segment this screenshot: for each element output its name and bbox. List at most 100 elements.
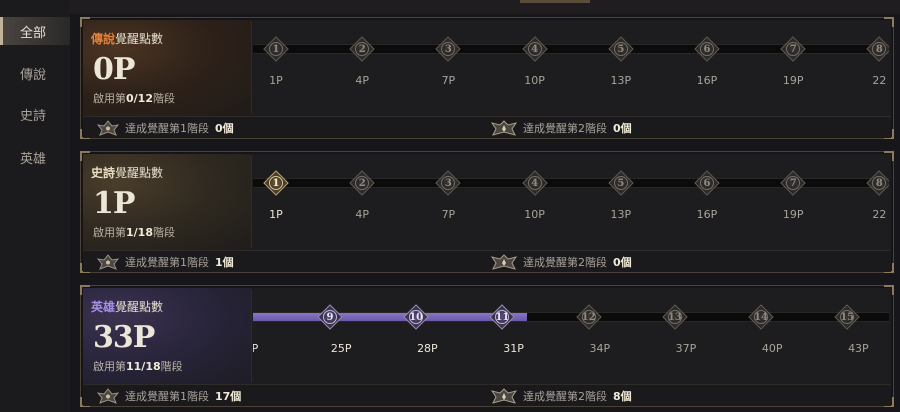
node-number: 6 [703,43,711,55]
rune-node-icon[interactable]: 1 [261,168,291,198]
awakening-emblem-icon [97,254,119,270]
sidebar-item-legendary[interactable]: 傳說 [0,59,70,87]
node-points-label: 10P [524,208,545,221]
tier-name: 傳說 [91,32,116,46]
node-number: 11 [495,311,510,323]
reward-label: 達成覺醒第1階段 [125,122,209,135]
awakening-points: 0P [93,52,135,87]
rune-node-icon[interactable]: 3 [433,168,463,198]
reward-count: 0個 [215,122,234,135]
top-bar [0,0,900,14]
reward-footer: 達成覺醒第1階段 1個 達成覺醒第2階段 0個 [83,250,891,272]
node-number: 5 [617,177,625,189]
awakening-track[interactable]: 1 2 3 4 5 6 7 8 1P 4P 7P 10P 13P 16P 19P 22 [253,18,889,118]
node-number: 4 [531,177,539,189]
stage-prefix: 啟用第 [93,226,126,239]
node-number: 2 [358,177,366,189]
stage-value: 0/12 [126,92,153,105]
awakening-points: 33P [93,320,155,355]
node-points-label: 10P [524,74,545,87]
stage-value: 1/18 [126,226,153,239]
node-points-label: 13P [610,74,632,87]
epic-summary: 史詩覺醒點數 1P 啟用第1/18階段 [83,154,251,250]
rune-node-icon[interactable]: 1 [261,34,291,64]
sidebar-item-epic[interactable]: 史詩 [0,100,70,128]
stage-progress: 啟用第1/18階段 [93,224,175,240]
rune-node-icon[interactable]: 7 [778,168,808,198]
rune-node-icon[interactable]: 15 [832,302,862,332]
node-number: 10 [409,311,424,323]
reward-label: 達成覺醒第2階段 [523,256,607,269]
sidebar-item-heroic[interactable]: 英雄 [0,143,70,171]
node-number: 1 [272,43,280,55]
rune-node-icon[interactable]: 13 [660,302,690,332]
reward-count: 1個 [215,256,234,269]
awakening-emblem-icon [97,120,119,136]
tier-name: 史詩 [91,166,116,180]
reward-label: 達成覺醒第1階段 [125,390,209,403]
node-number: 7 [789,177,797,189]
node-number: 13 [667,311,682,323]
awakening-crest-icon [491,120,517,136]
node-points-label: P [253,342,259,355]
node-points-label: 16P [696,74,718,87]
node-number: 7 [789,43,797,55]
rune-node-icon[interactable]: 11 [487,302,517,332]
rune-node-icon[interactable]: 5 [606,168,636,198]
awakening-track[interactable]: 1 2 3 4 5 6 7 8 1P 4P 7P 10P 13P 16P 19P 22 [253,152,889,252]
node-points-label: 1P [269,208,283,221]
node-number: 1 [272,177,280,189]
rune-node-icon[interactable]: 8 [864,34,889,64]
node-number: 3 [444,177,452,189]
rune-node-icon[interactable]: 4 [520,168,550,198]
reward-count: 8個 [613,390,632,403]
rune-node-icon[interactable]: 6 [692,34,722,64]
rune-node-icon[interactable]: 10 [401,302,431,332]
node-points-label: 19P [782,74,804,87]
rune-node-icon[interactable]: 5 [606,34,636,64]
legendary-awakening-panel: 傳說覺醒點數 0P 啟用第0/12階段 1 2 3 4 5 6 7 8 1P 4P 7P 10P 13P… [80,17,894,139]
node-points-label: 28P [417,342,438,355]
title-suffix: 覺醒點數 [115,300,164,314]
node-points-label: 34P [589,342,611,355]
rune-node-icon[interactable]: 7 [778,34,808,64]
rune-node-icon[interactable]: 8 [864,168,889,198]
rune-node-icon[interactable]: 3 [433,34,463,64]
stage-progress: 啟用第0/12階段 [93,90,175,106]
node-points-label: 31P [503,342,524,355]
node-number: 3 [444,43,452,55]
sidebar-item-all[interactable]: 全部 [0,17,70,45]
stage-suffix: 階段 [160,360,183,373]
awakening-emblem-icon [97,388,119,404]
node-number: 9 [326,311,334,323]
reward-count: 17個 [215,390,242,403]
node-number: 12 [581,311,596,323]
node-number: 5 [617,43,625,55]
heroic-summary: 英雄覺醒點數 33P 啟用第11/18階段 [83,288,251,384]
sidebar-item-label: 傳說 [20,67,47,83]
reward-label: 達成覺醒第2階段 [523,122,607,135]
top-ornament [520,0,590,3]
node-points-label: 7P [441,208,456,221]
node-points-label: 22 [872,74,887,87]
rune-node-icon[interactable]: 14 [746,302,776,332]
rune-node-icon[interactable]: 6 [692,168,722,198]
sidebar-item-label: 全部 [20,25,47,41]
rune-node-icon[interactable]: 12 [574,302,604,332]
sidebar-item-label: 英雄 [20,151,47,167]
reward-stage-1: 達成覺醒第1階段 17個 [97,388,241,404]
stage-progress: 啟用第11/18階段 [93,358,183,374]
node-number: 6 [703,177,711,189]
awakening-track[interactable]: 9 10 11 12 13 14 15 P 25P 28P 31P 34P 37P 40P 43P [253,286,889,386]
panel-title: 英雄覺醒點數 [91,298,163,315]
node-number: 8 [875,177,883,189]
rune-node-icon[interactable]: 9 [315,302,345,332]
rune-node-icon[interactable]: 4 [520,34,550,64]
progress-fill [253,313,528,321]
reward-label: 達成覺醒第2階段 [523,390,607,403]
legendary-summary: 傳說覺醒點數 0P 啟用第0/12階段 [83,20,251,116]
rune-node-icon[interactable]: 2 [347,168,377,198]
node-points-label: 22 [872,208,887,221]
rune-node-icon[interactable]: 2 [347,34,377,64]
reward-count: 0個 [613,256,632,269]
